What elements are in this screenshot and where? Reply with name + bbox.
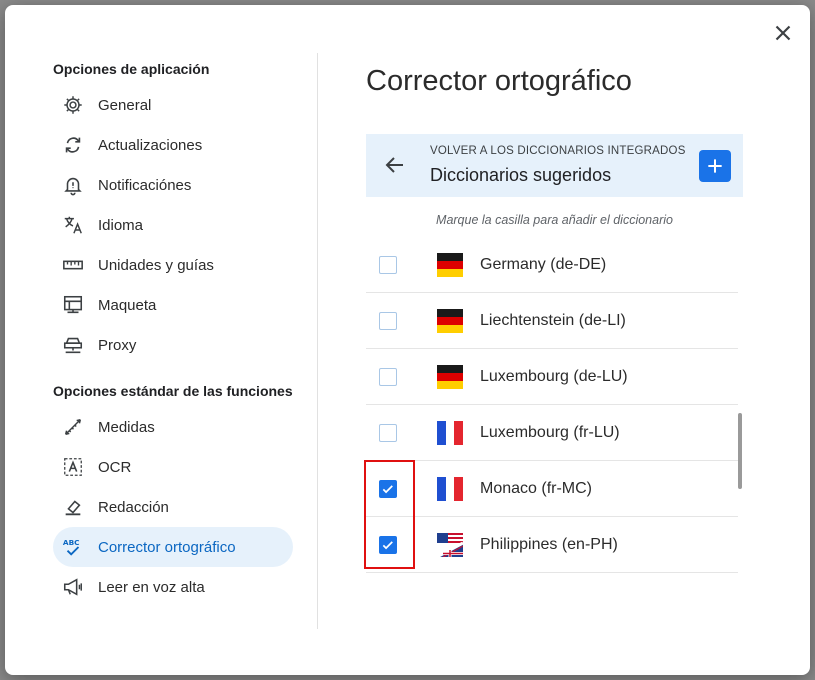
arrow-left-icon <box>385 157 403 173</box>
germany-flag-icon <box>437 308 463 333</box>
add-dictionary-button[interactable] <box>699 150 731 182</box>
dictionary-label: Liechtenstein (de-LI) <box>480 311 626 329</box>
sidebar-item-label: Redacción <box>98 498 169 516</box>
sidebar-item-label: Proxy <box>98 336 137 354</box>
plus-icon <box>708 159 722 173</box>
list-item: Liechtenstein (de-LI) <box>366 293 738 349</box>
sidebar-item-proxy[interactable]: Proxy <box>53 325 293 365</box>
list-item: Luxembourg (de-LU) <box>366 349 738 405</box>
sidebar-item-label: Leer en voz alta <box>98 578 205 596</box>
sidebar-item-label: Maqueta <box>98 296 157 314</box>
page-title: Corrector ortográfico <box>366 65 632 97</box>
close-button[interactable] <box>770 20 796 46</box>
list-item: Monaco (fr-MC) <box>366 461 738 517</box>
dictionary-label: Luxembourg (de-LU) <box>480 367 628 385</box>
sidebar-item-redaction[interactable]: Redacción <box>53 487 293 527</box>
sidebar: Opciones de aplicación General Actualiza… <box>53 53 301 607</box>
dictionary-checkbox[interactable] <box>379 479 397 498</box>
list-item: Philippines (en-PH) <box>366 517 738 573</box>
sidebar-item-ocr[interactable]: OCR <box>53 447 293 487</box>
preferences-dialog: Opciones de aplicación General Actualiza… <box>5 5 810 675</box>
main-panel: Corrector ortográfico VOLVER A LOS DICCI… <box>366 53 746 573</box>
hint-text: Marque la casilla para añadir el diccion… <box>436 213 673 227</box>
dictionary-checkbox[interactable] <box>379 255 397 274</box>
ocr-icon <box>61 455 85 479</box>
ruler-icon <box>61 253 85 277</box>
sidebar-item-spellcheck[interactable]: ABC Corrector ortográfico <box>53 527 293 567</box>
translate-icon <box>61 213 85 237</box>
sidebar-item-updates[interactable]: Actualizaciones <box>53 125 293 165</box>
dictionary-label: Luxembourg (fr-LU) <box>480 423 620 441</box>
svg-text:ABC: ABC <box>63 538 80 547</box>
measure-icon <box>61 415 85 439</box>
layout-icon <box>61 293 85 317</box>
sidebar-item-label: General <box>98 96 152 114</box>
feature-options-nav: Medidas OCR Redacción ABC Corrector orto… <box>53 407 301 607</box>
close-icon <box>775 25 791 41</box>
sidebar-item-label: Corrector ortográfico <box>98 538 236 556</box>
network-icon <box>61 333 85 357</box>
sidebar-item-general[interactable]: General <box>53 85 293 125</box>
sidebar-item-label: Notificaciónes <box>98 176 192 194</box>
checkmark-icon <box>382 540 393 549</box>
us-uk-flag-icon <box>437 532 463 557</box>
sync-icon <box>61 133 85 157</box>
sidebar-item-label: Idioma <box>98 216 144 234</box>
sidebar-item-label: Unidades y guías <box>98 256 214 274</box>
sidebar-item-language[interactable]: Idioma <box>53 205 293 245</box>
sidebar-divider <box>317 53 318 629</box>
dictionary-label: Philippines (en-PH) <box>480 535 618 553</box>
germany-flag-icon <box>437 364 463 389</box>
dictionary-label: Monaco (fr-MC) <box>480 479 593 497</box>
back-button[interactable] <box>383 153 407 177</box>
dictionary-checkbox[interactable] <box>379 535 397 554</box>
sidebar-item-measurements[interactable]: Medidas <box>53 407 293 447</box>
sidebar-item-label: OCR <box>98 458 132 476</box>
dictionary-checkbox[interactable] <box>379 423 397 442</box>
gear-icon <box>61 93 85 117</box>
bell-icon <box>61 173 85 197</box>
france-flag-icon <box>437 420 463 445</box>
sidebar-item-layout[interactable]: Maqueta <box>53 285 293 325</box>
eraser-icon <box>61 495 85 519</box>
dictionary-checkbox[interactable] <box>379 311 397 330</box>
sidebar-item-read-aloud[interactable]: Leer en voz alta <box>53 567 293 607</box>
spellcheck-icon: ABC <box>61 535 85 559</box>
suggested-dictionaries-header: VOLVER A LOS DICCIONARIOS INTEGRADOS Dic… <box>366 134 743 197</box>
list-item: Germany (de-DE) <box>366 237 738 293</box>
app-options-nav: General Actualizaciones Notificaciónes I… <box>53 85 301 365</box>
section-title-app: Opciones de aplicación <box>53 61 210 77</box>
list-item: Luxembourg (fr-LU) <box>366 405 738 461</box>
germany-flag-icon <box>437 252 463 277</box>
megaphone-icon <box>61 575 85 599</box>
dictionary-list: Germany (de-DE) Liechtenstein (de-LI) Lu… <box>366 237 738 573</box>
panel-title: Diccionarios sugeridos <box>430 165 612 185</box>
france-flag-icon <box>437 476 463 501</box>
dictionary-checkbox[interactable] <box>379 367 397 386</box>
scrollbar-thumb[interactable] <box>738 413 742 489</box>
back-caption[interactable]: VOLVER A LOS DICCIONARIOS INTEGRADOS <box>430 145 686 157</box>
dictionary-label: Germany (de-DE) <box>480 255 607 273</box>
sidebar-item-label: Actualizaciones <box>98 136 203 154</box>
sidebar-item-label: Medidas <box>98 418 155 436</box>
sidebar-item-units[interactable]: Unidades y guías <box>53 245 293 285</box>
checkmark-icon <box>382 484 393 493</box>
section-title-features: Opciones estándar de las funciones <box>53 383 293 399</box>
sidebar-item-notifications[interactable]: Notificaciónes <box>53 165 293 205</box>
